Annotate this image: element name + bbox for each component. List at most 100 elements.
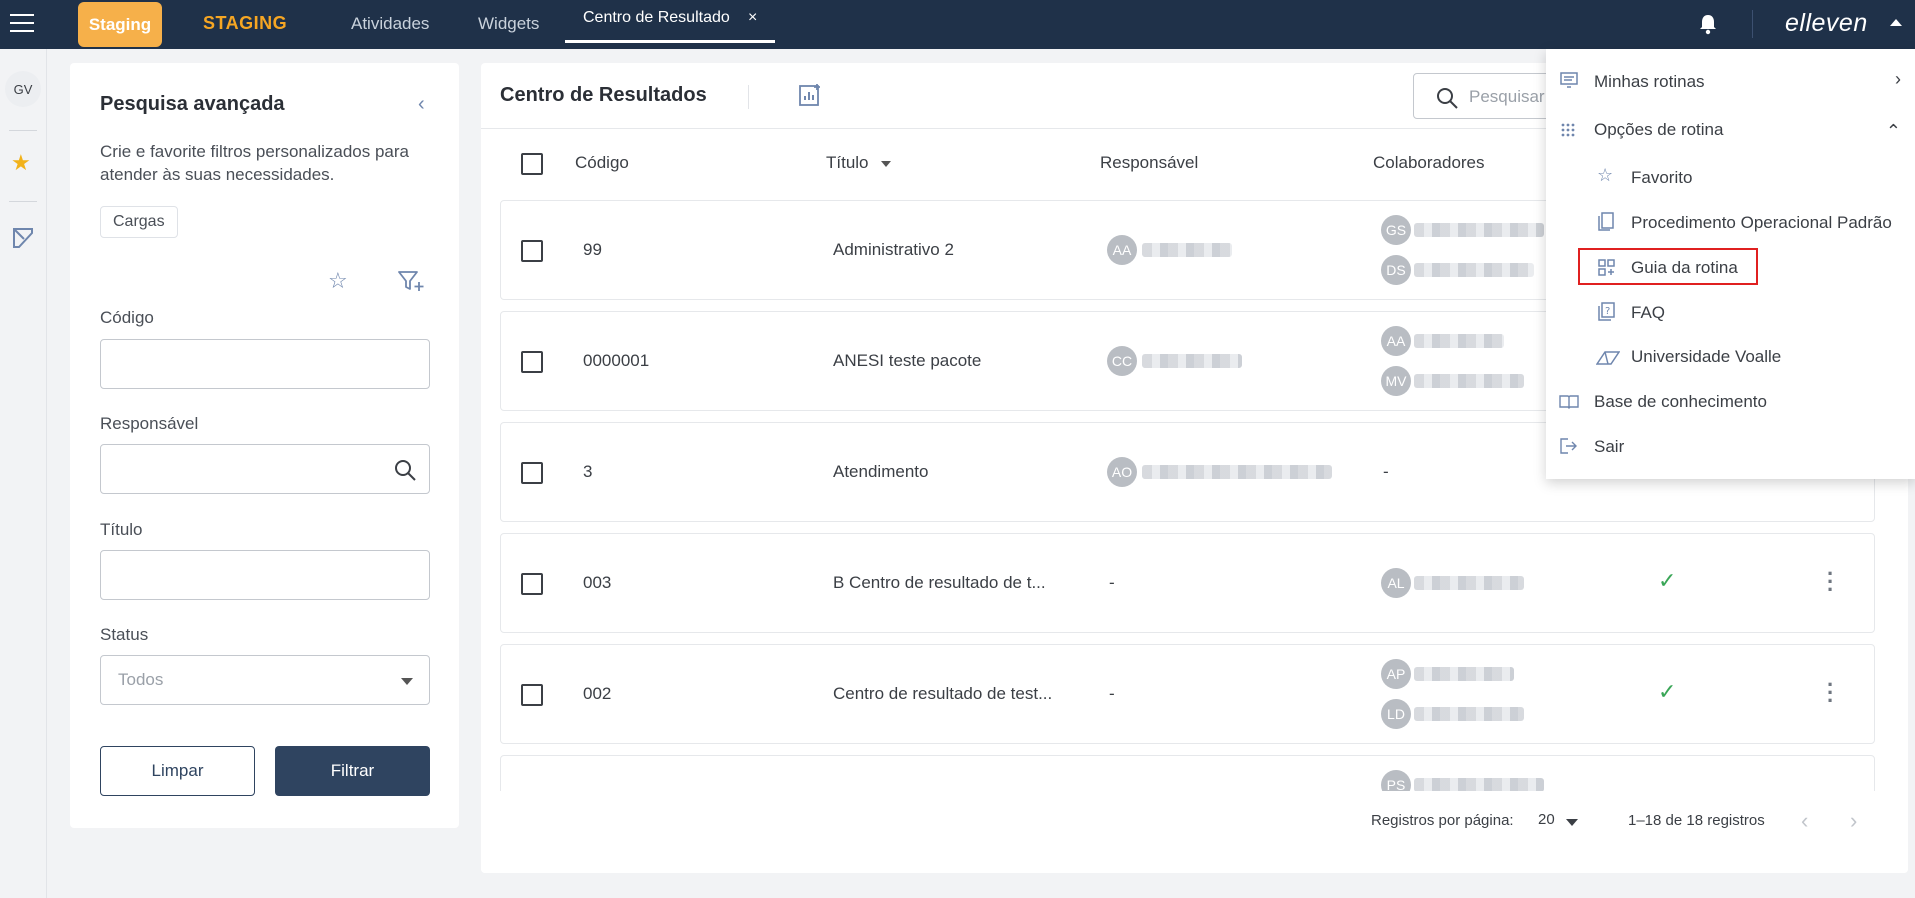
column-header-codigo[interactable]: Código (575, 153, 629, 173)
codigo-label: Código (100, 308, 154, 327)
clear-button[interactable]: Limpar (100, 746, 255, 796)
highlight-annotation (1578, 248, 1758, 285)
row-codigo: 002 (583, 684, 612, 703)
avatar: LD (1381, 699, 1411, 729)
status-select[interactable]: Todos (100, 655, 430, 705)
per-page-select[interactable]: 20 (1538, 811, 1555, 828)
menu-icon[interactable] (10, 14, 34, 34)
filter-button[interactable]: Filtrar (275, 746, 430, 796)
records-range: 1–18 de 18 registros (1628, 812, 1765, 829)
saved-filter-chip[interactable]: Cargas (100, 206, 178, 238)
blurred-name (1414, 576, 1524, 590)
document-copy-icon (1598, 212, 1614, 231)
next-page-icon[interactable]: › (1850, 808, 1857, 834)
menu-item-faq[interactable]: FAQ (1631, 303, 1665, 323)
avatar: AL (1381, 568, 1411, 598)
row-checkbox[interactable] (521, 351, 543, 373)
row-checkbox[interactable] (521, 684, 543, 706)
favorite-filter-star-icon[interactable]: ☆ (328, 268, 348, 294)
select-all-checkbox[interactable] (521, 153, 543, 175)
chevron-down-icon[interactable] (1566, 819, 1578, 826)
menu-item-sair[interactable]: Sair (1594, 437, 1624, 457)
menu-item-base-de-conhecimento[interactable]: Base de conhecimento (1594, 392, 1767, 412)
avatar: AA (1381, 326, 1411, 356)
brand-logo[interactable]: elleven (1785, 9, 1868, 38)
sort-down-icon[interactable] (880, 160, 891, 167)
rail-divider (9, 130, 37, 131)
row-checkbox[interactable] (521, 240, 543, 262)
chevron-up-icon[interactable]: ⌃ (1886, 121, 1901, 142)
row-checkbox[interactable] (521, 573, 543, 595)
blurred-name (1414, 334, 1504, 348)
top-bar: Staging STAGING Atividades Widgets Centr… (0, 0, 1915, 49)
tab-atividades[interactable]: Atividades (351, 14, 429, 34)
status-label: Status (100, 625, 149, 644)
menu-item-minhas-rotinas[interactable]: Minhas rotinas (1594, 72, 1705, 92)
rail-divider (9, 201, 37, 202)
avatar: MV (1381, 366, 1411, 396)
titulo-label: Título (100, 520, 143, 539)
star-icon: ☆ (1597, 165, 1614, 185)
column-header-titulo-label: Título (826, 153, 869, 172)
active-check-icon: ✓ (1658, 568, 1677, 593)
blurred-name (1414, 263, 1534, 277)
svg-text:?: ? (1605, 306, 1610, 317)
blurred-name (1414, 707, 1524, 721)
chevron-right-icon[interactable]: › (1895, 69, 1901, 90)
report-chart-icon[interactable] (798, 83, 822, 107)
menu-item-procedimento-operacional-padrao[interactable]: Procedimento Operacional Padrão (1631, 213, 1892, 233)
search-placeholder: Pesquisar (1469, 87, 1545, 106)
header-divider (748, 85, 749, 109)
row-codigo: 003 (583, 573, 612, 592)
user-menu-caret-icon[interactable] (1890, 19, 1902, 26)
table-row[interactable]: 003 B Centro de resultado de t... - AL ✓… (500, 533, 1875, 633)
blurred-name (1414, 223, 1544, 237)
more-options-icon[interactable]: · · · (1827, 674, 1834, 712)
row-checkbox[interactable] (521, 462, 543, 484)
titulo-input[interactable] (100, 550, 430, 600)
university-icon (1596, 351, 1620, 365)
routine-guide-icon[interactable] (12, 226, 34, 250)
search-icon[interactable] (393, 458, 417, 482)
faq-icon: ? (1598, 302, 1615, 321)
column-header-responsavel[interactable]: Responsável (1100, 153, 1198, 173)
menu-item-opcoes-de-rotina[interactable]: Opções de rotina (1594, 120, 1723, 140)
tab-widgets[interactable]: Widgets (478, 14, 539, 34)
prev-page-icon[interactable]: ‹ (1801, 808, 1808, 834)
add-filter-icon[interactable] (398, 270, 424, 292)
blurred-name (1142, 354, 1242, 368)
user-avatar[interactable]: GV (5, 71, 41, 107)
menu-item-universidade-voalle[interactable]: Universidade Voalle (1631, 347, 1781, 367)
tab-centro-de-resultado[interactable]: Centro de Resultado (583, 9, 730, 27)
more-options-icon[interactable]: · · · (1827, 563, 1834, 601)
table-row[interactable]: 002 Centro de resultado de test... - AP … (500, 644, 1875, 744)
favorites-star-icon[interactable]: ★ (11, 150, 31, 176)
row-colaboradores-empty: - (1383, 462, 1389, 481)
per-page-label: Registros por página: (1371, 812, 1514, 829)
row-titulo: Atendimento (833, 462, 929, 481)
row-responsavel-empty: - (1109, 684, 1115, 703)
bell-icon[interactable] (1698, 13, 1718, 35)
avatar: DS (1381, 255, 1411, 285)
collapse-chevron-icon[interactable]: ‹ (418, 93, 425, 116)
blurred-name (1142, 243, 1232, 257)
blurred-name (1414, 667, 1514, 681)
responsavel-input[interactable] (100, 444, 430, 494)
responsavel-label: Responsável (100, 414, 199, 433)
tab-close-icon[interactable]: × (748, 9, 757, 27)
row-titulo: B Centro de resultado de t... (833, 573, 1046, 592)
column-header-colaboradores[interactable]: Colaboradores (1373, 153, 1485, 173)
menu-item-favorito[interactable]: Favorito (1631, 168, 1692, 188)
codigo-input[interactable] (100, 339, 430, 389)
column-header-titulo[interactable]: Título (826, 153, 891, 173)
blurred-name (1142, 465, 1332, 479)
panel-title: Pesquisa avançada (100, 93, 285, 115)
env-logo: STAGING (203, 13, 288, 33)
blurred-name (1414, 374, 1524, 388)
topbar-divider (1752, 10, 1753, 38)
row-titulo: ANESI teste pacote (833, 351, 982, 370)
advanced-search-panel: Pesquisa avançada ‹ Crie e favorite filt… (70, 63, 459, 828)
chevron-down-icon (401, 678, 413, 685)
status-placeholder: Todos (118, 670, 164, 689)
row-codigo: 0000001 (583, 351, 650, 370)
